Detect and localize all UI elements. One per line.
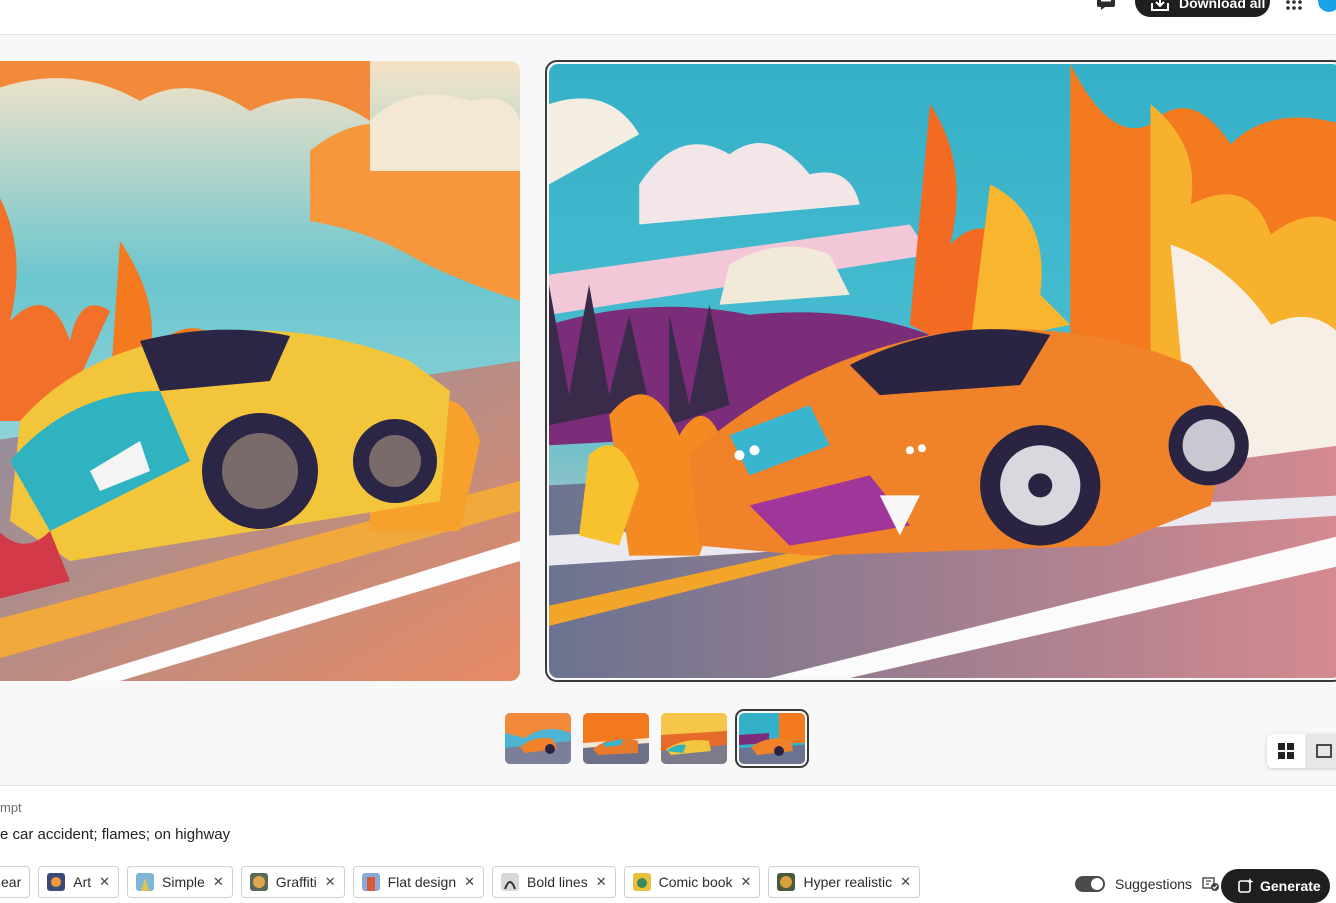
suggestions-label: Suggestions	[1115, 876, 1193, 892]
chip-label: Bold lines	[527, 874, 588, 890]
thumbnail-3[interactable]	[661, 713, 727, 764]
chip-thumbnail	[249, 873, 268, 891]
prompt-label: mpt	[0, 800, 22, 815]
chip-thumbnail	[361, 873, 380, 891]
remove-chip-icon[interactable]: ✕	[99, 874, 110, 890]
style-chip-clear[interactable]: ear	[0, 866, 31, 898]
style-chip-comic-book[interactable]: Comic book ✕	[623, 866, 761, 898]
top-bar: Download all	[0, 0, 1336, 35]
comment-icon[interactable]	[1097, 0, 1115, 10]
remove-chip-icon[interactable]: ✕	[900, 874, 911, 890]
remove-chip-icon[interactable]: ✕	[464, 874, 475, 890]
car-flames-illustration-left	[0, 61, 520, 681]
style-chip-art[interactable]: Art ✕	[38, 866, 120, 898]
chip-thumbnail	[47, 873, 66, 891]
prompt-panel: mpt e car accident; flames; on highway e…	[0, 785, 1336, 903]
chip-label: Art	[73, 874, 92, 890]
chip-label: Simple	[162, 874, 205, 890]
thumbnail-2[interactable]	[583, 713, 649, 764]
chip-label: Flat design	[387, 874, 457, 890]
download-all-button[interactable]: Download all	[1135, 0, 1270, 17]
chip-thumbnail	[136, 873, 155, 891]
suggestions-toggle[interactable]	[1075, 876, 1105, 892]
view-toggle	[1267, 734, 1336, 768]
suggestions-settings-icon[interactable]	[1202, 876, 1220, 892]
apps-grid-icon[interactable]	[1286, 0, 1302, 10]
car-flames-illustration-right	[549, 64, 1336, 678]
chip-label: Comic book	[658, 874, 733, 890]
style-chip-bold-lines[interactable]: Bold lines ✕	[492, 866, 616, 898]
download-all-label: Download all	[1179, 0, 1266, 11]
single-view-button[interactable]	[1305, 734, 1336, 768]
generate-button[interactable]: Generate	[1221, 869, 1330, 903]
single-view-icon	[1316, 744, 1332, 758]
thumbnail-strip	[505, 709, 809, 768]
chip-label: Hyper realistic	[803, 874, 893, 890]
style-chip-hyper-realistic[interactable]: Hyper realistic ✕	[768, 866, 921, 898]
generate-sparkle-icon	[1238, 878, 1254, 893]
style-chip-graffiti[interactable]: Graffiti ✕	[240, 866, 345, 898]
download-icon	[1151, 0, 1169, 11]
avatar[interactable]	[1318, 0, 1336, 12]
generate-label: Generate	[1260, 878, 1321, 894]
thumbnail-1[interactable]	[505, 713, 571, 764]
generated-image-previous[interactable]	[0, 61, 520, 681]
style-chips: ear Art ✕ Simple ✕ Graffiti ✕ Flat desig…	[0, 866, 921, 898]
chip-thumbnail	[632, 873, 651, 891]
prompt-input[interactable]: e car accident; flames; on highway	[0, 826, 230, 843]
style-chip-simple[interactable]: Simple ✕	[127, 866, 233, 898]
suggestions-control: Suggestions	[1075, 876, 1220, 892]
chip-thumbnail	[501, 873, 520, 891]
thumbnail-4[interactable]	[735, 709, 809, 768]
generated-image-selected[interactable]	[545, 60, 1336, 682]
remove-chip-icon[interactable]: ✕	[213, 874, 224, 890]
chip-thumbnail	[777, 873, 796, 891]
grid-view-button[interactable]	[1267, 734, 1305, 768]
grid-view-icon	[1278, 743, 1294, 759]
remove-chip-icon[interactable]: ✕	[596, 874, 607, 890]
chip-label: ear	[1, 874, 22, 890]
chip-label: Graffiti	[275, 874, 317, 890]
remove-chip-icon[interactable]: ✕	[325, 874, 336, 890]
style-chip-flat-design[interactable]: Flat design ✕	[352, 866, 485, 898]
remove-chip-icon[interactable]: ✕	[741, 874, 752, 890]
